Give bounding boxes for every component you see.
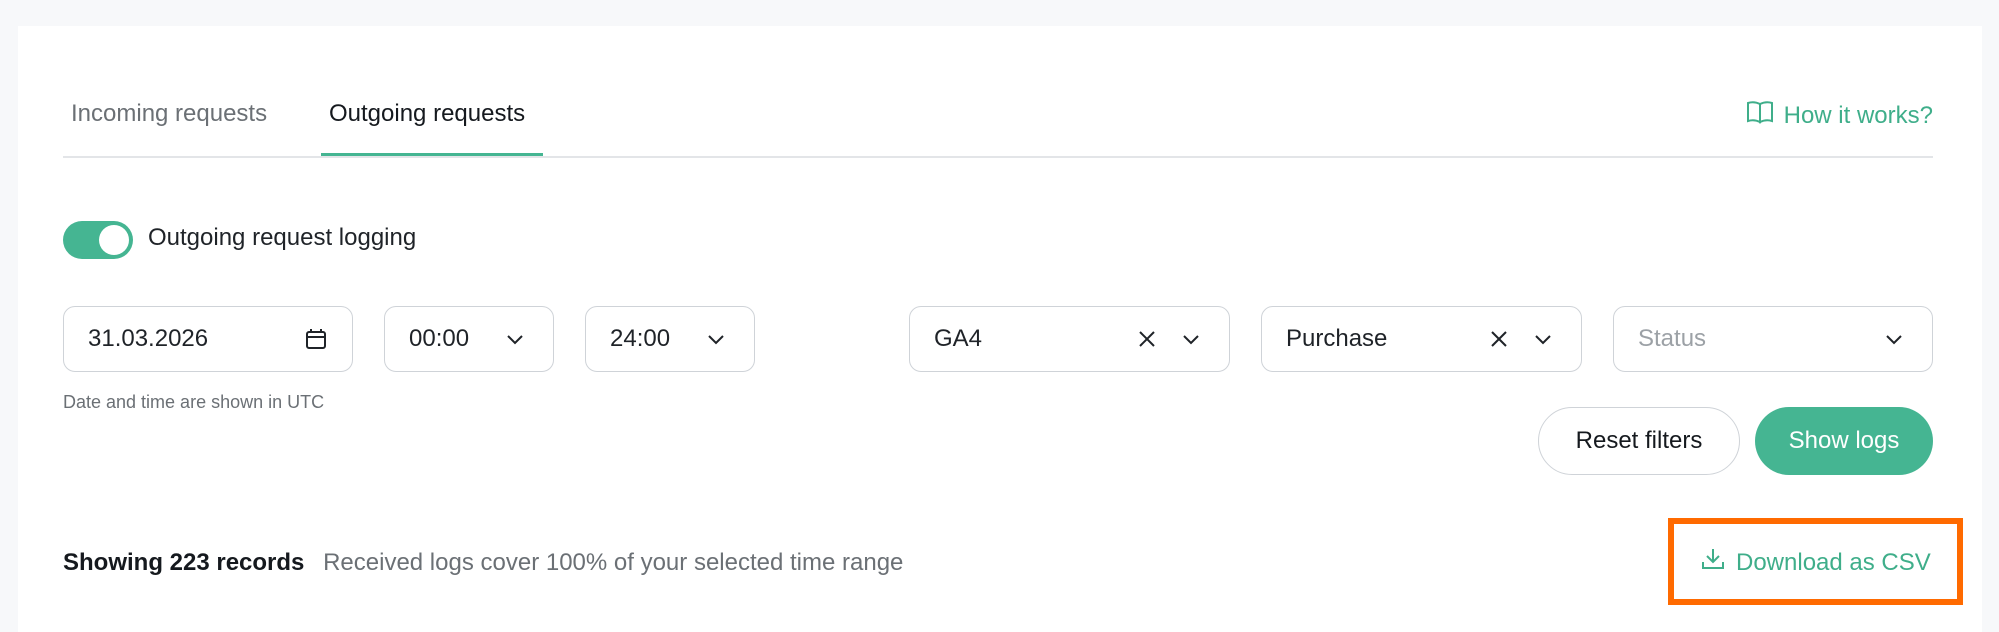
utc-hint: Date and time are shown in UTC [63, 392, 325, 412]
event-value: Purchase [1286, 325, 1388, 352]
clear-icon[interactable] [1485, 325, 1513, 353]
download-csv-label: Download as CSV [1736, 548, 1931, 576]
records-count: Showing 223 records [63, 549, 305, 576]
chevron-down-icon [702, 325, 730, 353]
records-summary: Showing 223 records Received logs cover … [63, 549, 903, 577]
logging-toggle[interactable] [63, 221, 133, 259]
status-select[interactable]: Status [1613, 306, 1933, 372]
reset-filters-button[interactable]: Reset filters [1538, 407, 1740, 475]
tab-outgoing-requests[interactable]: Outgoing requests [329, 100, 525, 128]
chevron-down-icon [1529, 325, 1557, 353]
how-it-works-link[interactable]: How it works? [1746, 100, 1933, 131]
destination-select[interactable]: GA4 [909, 306, 1230, 372]
chevron-down-icon [501, 325, 529, 353]
tab-bar: Incoming requests Outgoing requests [63, 70, 1933, 158]
event-select[interactable]: Purchase [1261, 306, 1582, 372]
how-it-works-label: How it works? [1783, 101, 1933, 129]
date-value: 31.03.2026 [88, 325, 209, 352]
download-csv-link[interactable]: Download as CSV [1700, 546, 1931, 579]
time-from-select[interactable]: 00:00 [384, 306, 554, 372]
destination-value: GA4 [934, 325, 983, 352]
chevron-down-icon [1880, 325, 1908, 353]
download-icon [1700, 546, 1726, 579]
status-placeholder: Status [1638, 325, 1707, 352]
time-to-select[interactable]: 24:00 [585, 306, 755, 372]
tabs-divider [63, 156, 1933, 158]
time-from-value: 00:00 [409, 325, 470, 352]
logging-toggle-label: Outgoing request logging [148, 224, 417, 251]
book-icon [1746, 100, 1774, 131]
chevron-down-icon [1177, 325, 1205, 353]
date-field[interactable]: 31.03.2026 [63, 306, 353, 372]
time-to-value: 24:00 [610, 325, 671, 352]
show-logs-button[interactable]: Show logs [1755, 407, 1933, 475]
coverage-text: Received logs cover 100% of your selecte… [323, 549, 904, 576]
calendar-icon[interactable] [302, 325, 330, 353]
clear-icon[interactable] [1133, 325, 1161, 353]
toggle-knob [99, 225, 129, 255]
tab-incoming-requests[interactable]: Incoming requests [71, 100, 267, 128]
